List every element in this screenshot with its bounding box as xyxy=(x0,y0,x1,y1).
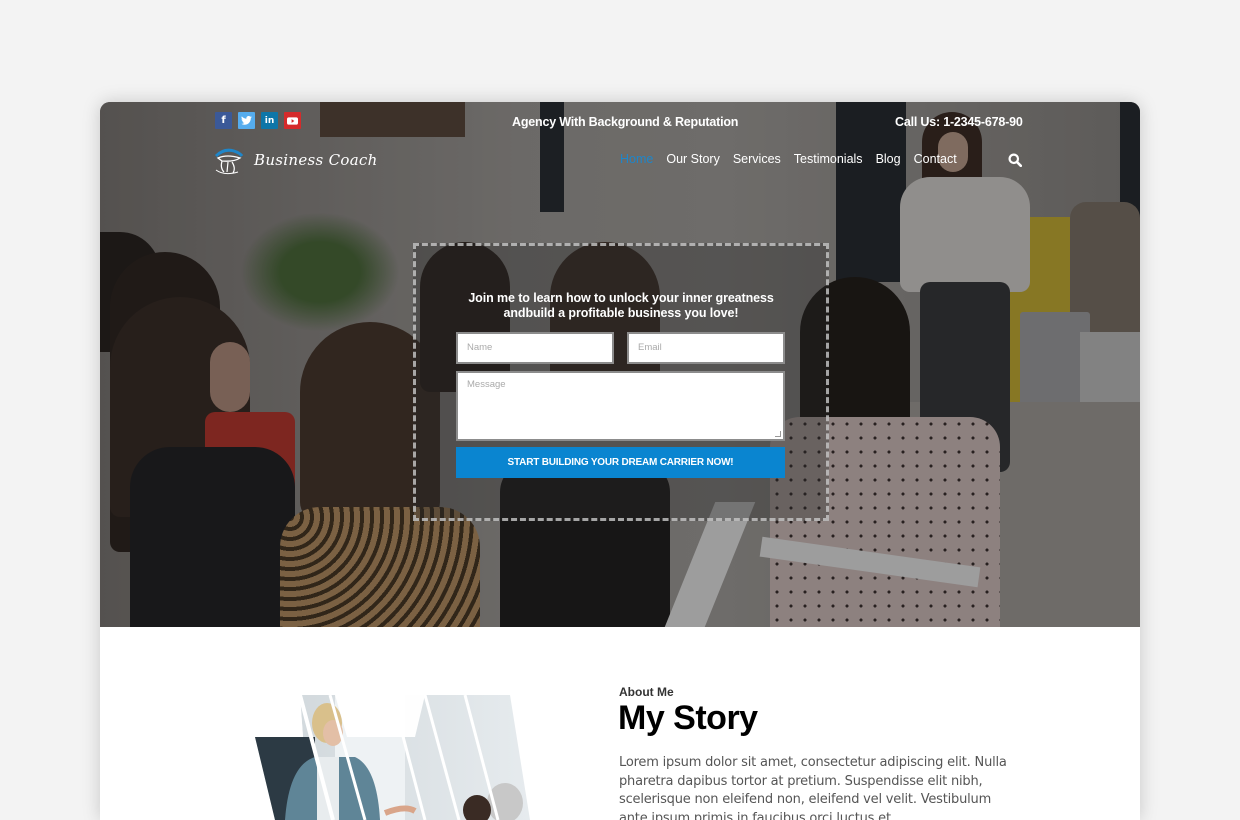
site-logo[interactable]: Business Coach xyxy=(212,142,378,178)
section-title: My Story xyxy=(618,699,758,737)
search-icon[interactable] xyxy=(1008,153,1022,167)
hero-section: f in Agency With Background & Reputation… xyxy=(100,102,1140,627)
signup-form-box: Join me to learn how to unlock your inne… xyxy=(413,243,829,521)
message-textarea[interactable]: Message xyxy=(456,371,785,441)
logo-text: Business Coach xyxy=(254,151,378,169)
message-placeholder: Message xyxy=(467,379,506,390)
form-heading: Join me to learn how to unlock your inne… xyxy=(416,291,826,321)
top-bar: f in Agency With Background & Reputation… xyxy=(100,102,1140,142)
form-heading-line2: andbuild a profitable business you love! xyxy=(503,306,739,320)
phone-number[interactable]: Call Us: 1-2345-678-90 xyxy=(895,115,1023,129)
about-section: About Me My Story Lorem ipsum dolor sit … xyxy=(100,627,1140,820)
youtube-icon[interactable] xyxy=(284,112,301,129)
submit-button[interactable]: START BUILDING YOUR DREAM CARRIER NOW! xyxy=(456,447,785,478)
linkedin-icon[interactable]: in xyxy=(261,112,278,129)
nav-item-our-story[interactable]: Our Story xyxy=(666,152,720,166)
coach-hat-logo-icon xyxy=(214,148,244,175)
resize-handle-icon[interactable] xyxy=(775,431,781,437)
nav-item-home[interactable]: Home xyxy=(620,152,653,166)
browser-page-frame: f in Agency With Background & Reputation… xyxy=(100,102,1140,820)
nav-item-contact[interactable]: Contact xyxy=(914,152,957,166)
nav-item-testimonials[interactable]: Testimonials xyxy=(794,152,863,166)
about-image xyxy=(255,695,545,820)
section-body-text: Lorem ipsum dolor sit amet, consectetur … xyxy=(619,755,1007,820)
form-heading-line1: Join me to learn how to unlock your inne… xyxy=(468,291,774,305)
nav-item-services[interactable]: Services xyxy=(733,152,781,166)
email-input[interactable]: Email xyxy=(627,332,785,364)
social-links: f in xyxy=(215,112,301,129)
main-nav: Home Our Story Services Testimonials Blo… xyxy=(620,152,970,166)
name-input[interactable]: Name xyxy=(456,332,614,364)
nav-item-blog[interactable]: Blog xyxy=(876,152,901,166)
tagline-text: Agency With Background & Reputation xyxy=(512,115,739,129)
facebook-icon[interactable]: f xyxy=(215,112,232,129)
twitter-icon[interactable] xyxy=(238,112,255,129)
section-eyebrow: About Me xyxy=(619,685,674,699)
